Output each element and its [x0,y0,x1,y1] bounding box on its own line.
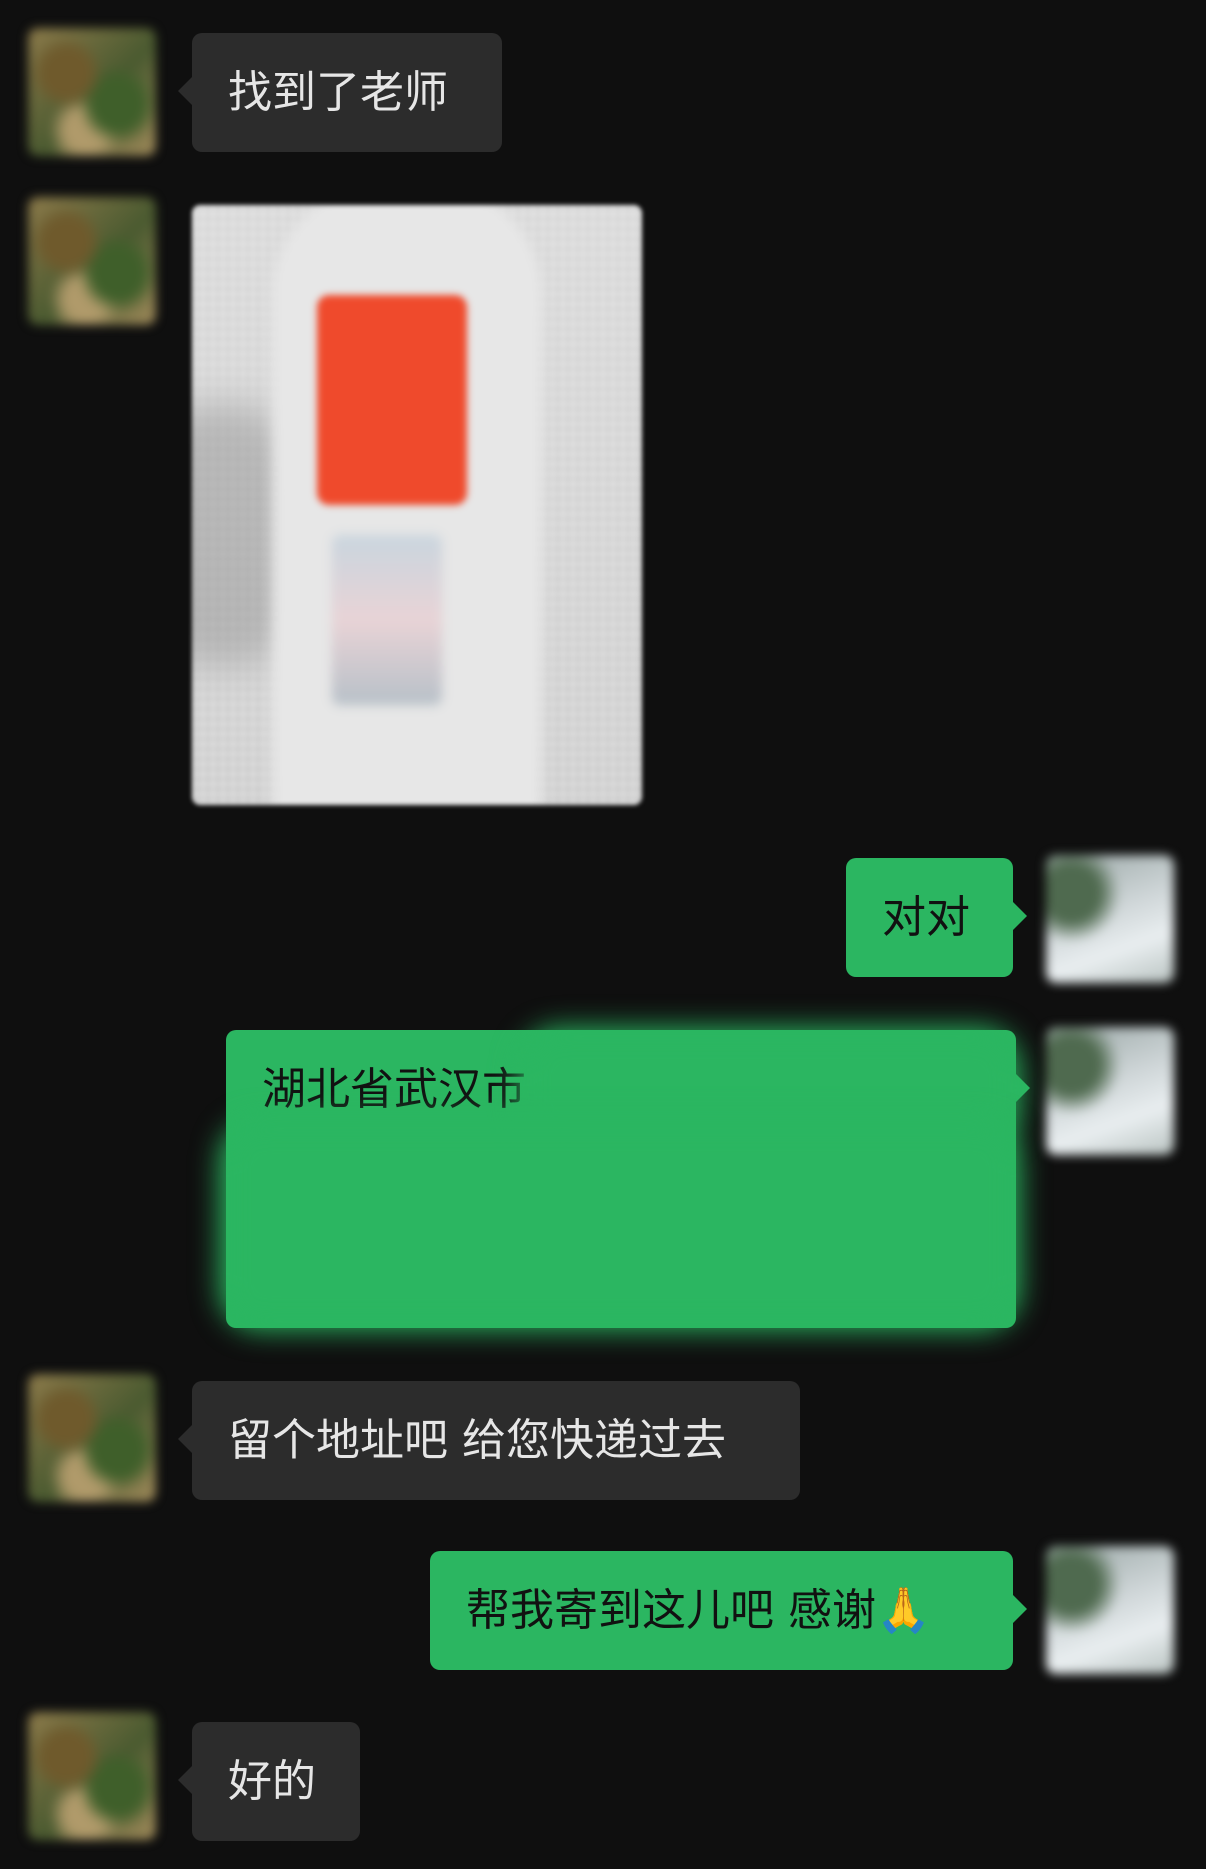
message-bubble-incoming[interactable]: 留个地址吧 给您快递过去 [178,1381,800,1500]
my-avatar[interactable] [1046,1546,1174,1674]
contact-avatar[interactable] [28,1712,156,1840]
message-bubble-incoming[interactable]: 好的 [178,1722,360,1841]
photo-red-label [317,295,467,505]
message-text: 好的 [228,1756,316,1807]
my-avatar[interactable] [1046,855,1174,983]
message-text: 对对 [882,892,970,943]
contact-avatar[interactable] [28,1374,156,1502]
photo-small-label [332,535,442,705]
message-image[interactable] [192,205,642,805]
message-text: 帮我寄到这儿吧 感谢🙏 [466,1585,931,1636]
my-avatar[interactable] [1046,1027,1174,1155]
message-text: 留个地址吧 给您快递过去 [228,1415,726,1466]
message-bubble-outgoing[interactable]: 对对 [846,858,1027,977]
contact-avatar[interactable] [28,197,156,325]
contact-avatar[interactable] [28,28,156,156]
address-text-visible: 湖北省武汉市 [262,1064,526,1115]
redaction-mask [220,1120,1020,1330]
message-bubble-incoming[interactable]: 找到了老师 [178,33,502,152]
message-text: 找到了老师 [228,67,448,118]
message-bubble-outgoing[interactable]: 帮我寄到这儿吧 感谢🙏 [430,1551,1027,1670]
